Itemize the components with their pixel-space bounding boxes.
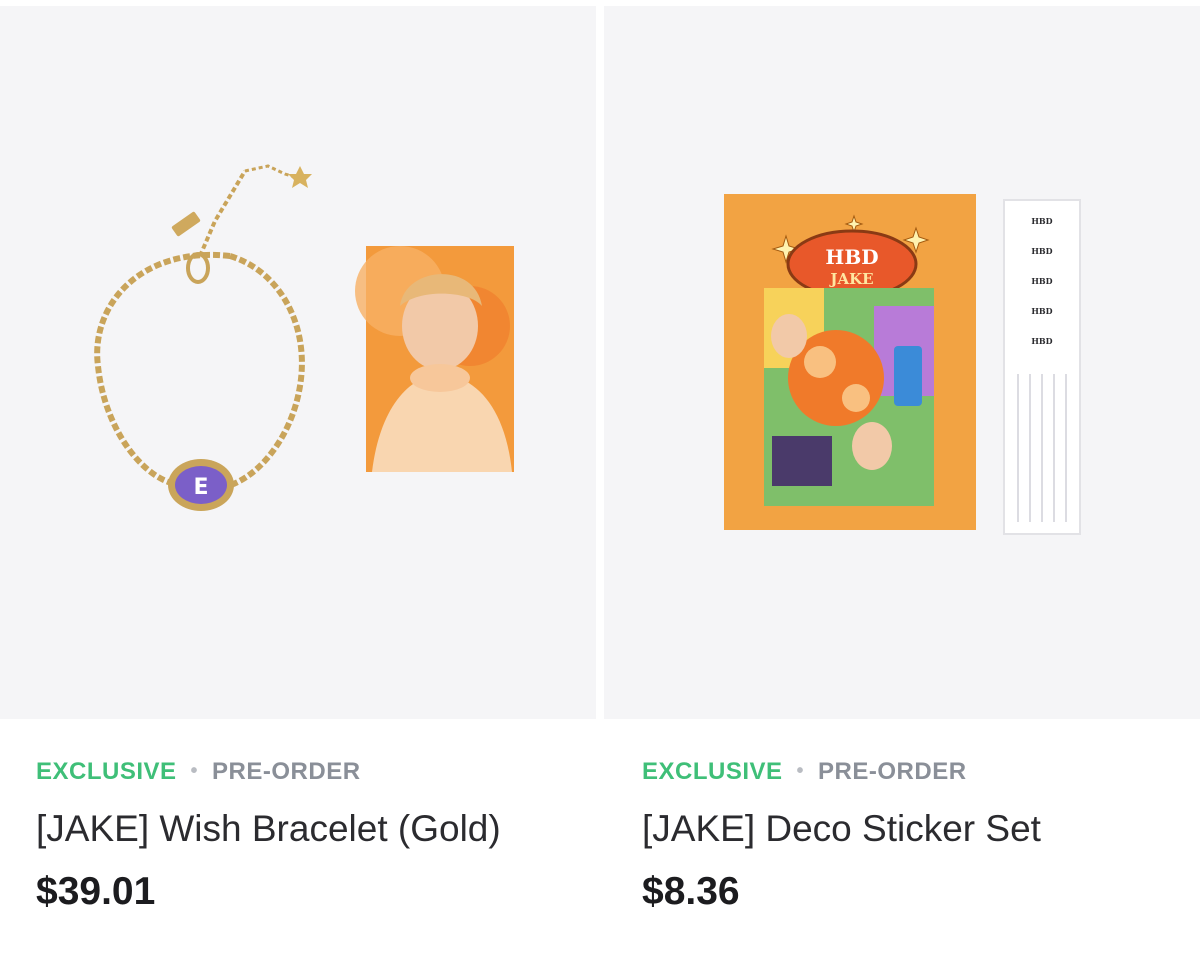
sheet-label-4: HBD — [1031, 306, 1052, 316]
product-card-sticker-set[interactable]: HBD JAKE HBD HBD HBD HBD HBD EXCLUSIVE •… — [604, 0, 1200, 956]
product-price: $39.01 — [36, 870, 156, 913]
sticker-jake-text: JAKE — [828, 270, 873, 288]
exclusive-badge: EXCLUSIVE — [642, 758, 783, 785]
sticker-set-photo-illustration: HBD JAKE HBD HBD HBD HBD HBD — [724, 194, 1081, 535]
svg-text:E: E — [193, 475, 208, 500]
badge-separator: • — [796, 760, 805, 782]
sheet-label-5: HBD — [1031, 336, 1052, 346]
preorder-badge: PRE-ORDER — [818, 758, 967, 785]
product-card-bracelet[interactable]: E EXCLUSIVE • PRE-ORDER [JAKE] Wish Bracel… — [0, 0, 596, 956]
badge-separator: • — [190, 760, 199, 782]
product-price: $8.36 — [642, 870, 740, 913]
product-image-sticker-set[interactable]: HBD JAKE HBD HBD HBD HBD HBD — [604, 6, 1200, 719]
bracelet-photo-illustration: E — [94, 164, 514, 511]
sheet-label-3: HBD — [1031, 276, 1052, 286]
product-title[interactable]: [JAKE] Deco Sticker Set — [642, 808, 1041, 850]
sheet-label-2: HBD — [1031, 246, 1052, 256]
product-image-bracelet[interactable]: E — [0, 6, 596, 719]
sheet-label-1: HBD — [1031, 216, 1052, 226]
exclusive-badge: EXCLUSIVE — [36, 758, 177, 785]
sticker-hbd-text: HBD — [825, 245, 878, 269]
product-badges: EXCLUSIVE • PRE-ORDER — [36, 758, 361, 786]
product-title[interactable]: [JAKE] Wish Bracelet (Gold) — [36, 808, 501, 850]
product-badges: EXCLUSIVE • PRE-ORDER — [642, 758, 967, 786]
preorder-badge: PRE-ORDER — [212, 758, 361, 785]
